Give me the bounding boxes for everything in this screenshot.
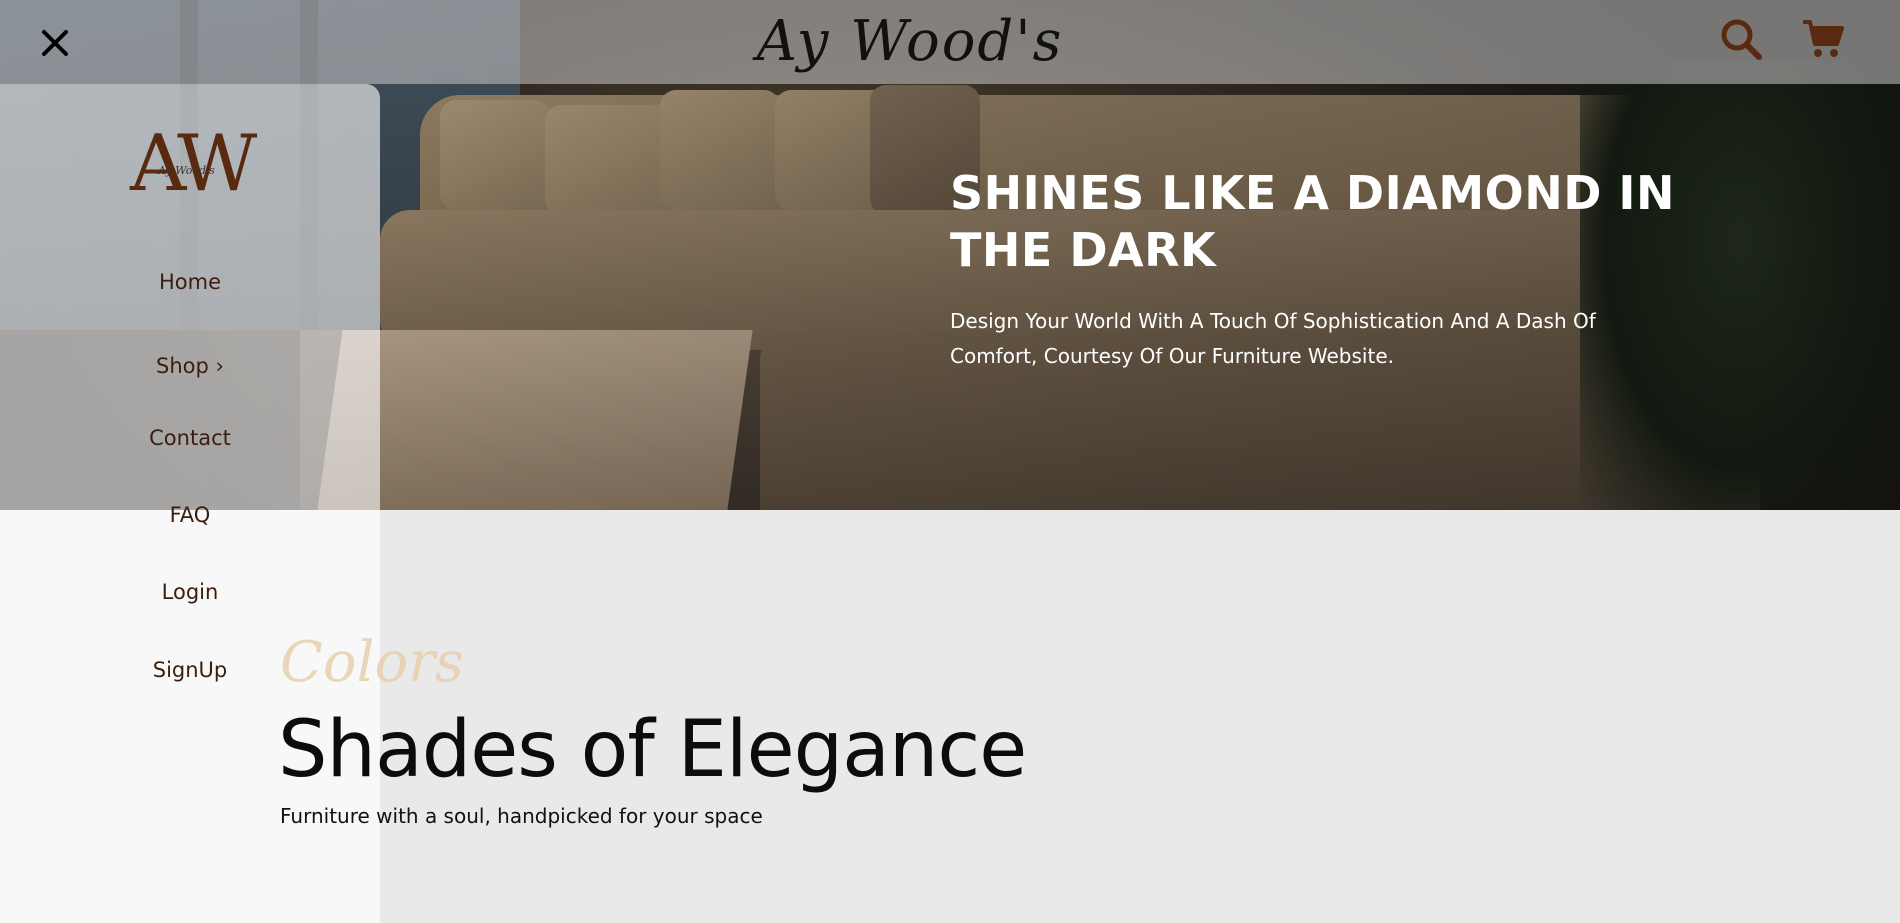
nav-item-login[interactable]: Login (0, 580, 380, 604)
nav-item-faq[interactable]: FAQ (0, 503, 380, 527)
cart-button[interactable] (1800, 16, 1846, 62)
close-icon (42, 30, 68, 56)
search-button[interactable] (1718, 16, 1764, 62)
hero-title: SHINES LIKE A DIAMOND IN THE DARK (950, 166, 1676, 277)
hero-subtitle: Design Your World With A Touch Of Sophis… (950, 309, 1596, 368)
section-script-label: Colors (280, 630, 464, 695)
nav-item-contact[interactable]: Contact (0, 426, 380, 450)
section-title: Shades of Elegance (278, 705, 1027, 795)
search-icon (1721, 19, 1762, 60)
section-subtitle: Furniture with a soul, handpicked for yo… (280, 804, 763, 828)
drawer-logo[interactable]: AW Ay Wood's (130, 114, 270, 214)
close-menu-button[interactable] (36, 24, 74, 62)
page: SHINES LIKE A DIAMOND IN THE DARK Design… (0, 0, 1900, 923)
brand-logo[interactable]: Ay Wood's (740, 2, 1080, 82)
drawer-logo-text: Ay Wood's (158, 164, 215, 177)
top-header: Ay Wood's (0, 0, 1900, 84)
nav-item-home[interactable]: Home (0, 270, 380, 294)
nav-item-shop[interactable]: Shop › (0, 354, 380, 378)
cart-icon (1803, 20, 1844, 57)
